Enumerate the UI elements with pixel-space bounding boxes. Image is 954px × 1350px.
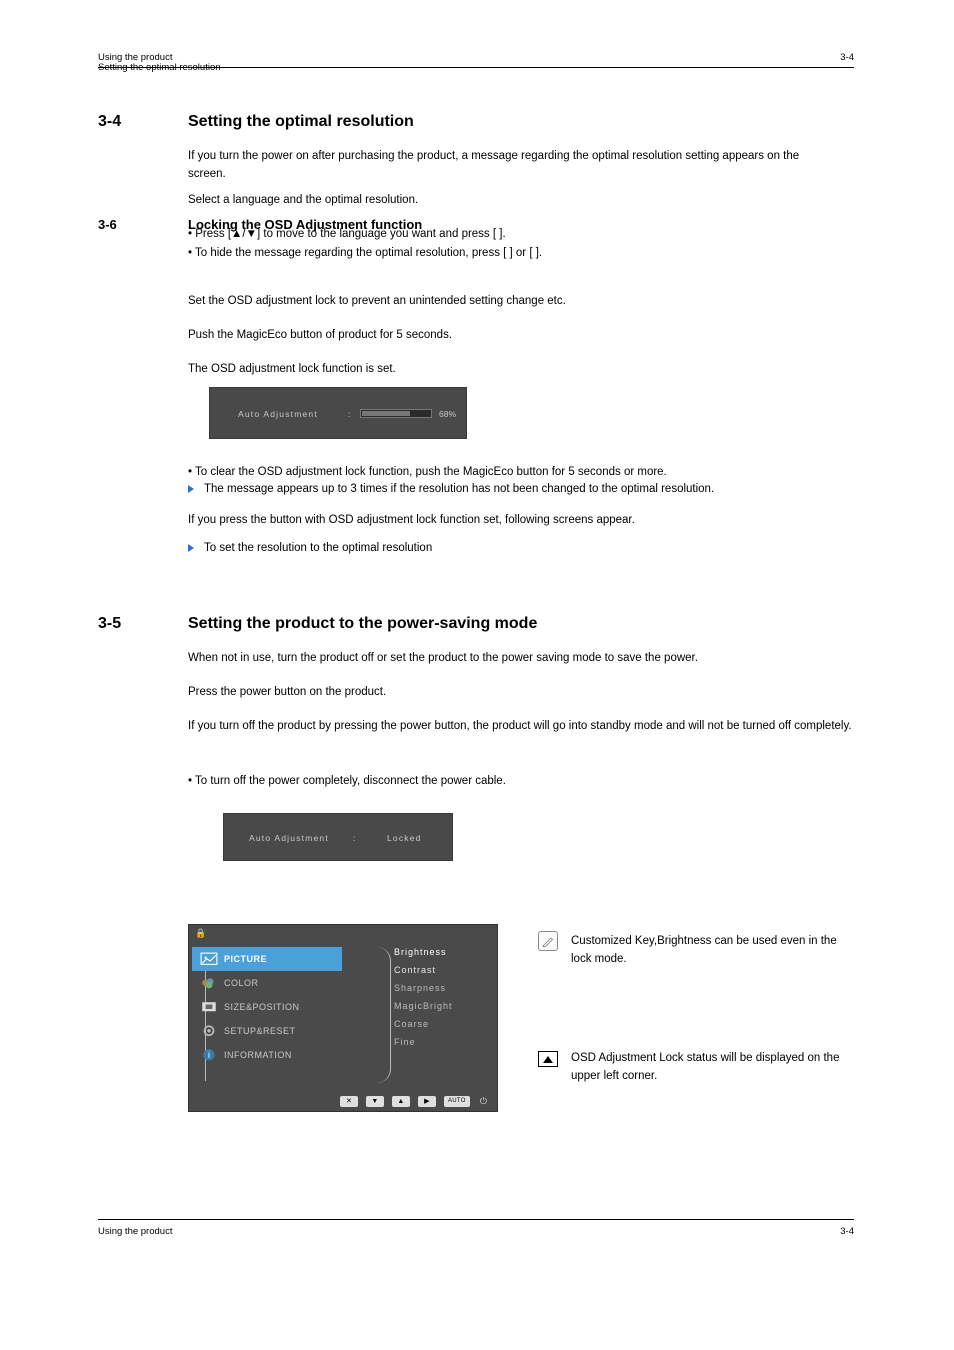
sizepos-icon (200, 1000, 218, 1014)
s3-p3: The OSD adjustment lock function is set. (188, 361, 838, 379)
s3-bullet1: • To clear the OSD adjustment lock funct… (188, 464, 838, 482)
s3-p4: If you press the button with OSD adjustm… (188, 512, 838, 530)
osd-menu-color[interactable]: COLOR (192, 971, 342, 995)
s1-bullet2-text: To hide the message regarding the optima… (195, 247, 542, 259)
page-footer-right: 3-4 (840, 1226, 854, 1237)
page-footer-left: Using the product (98, 1226, 172, 1237)
osd-main-panel: 🔒 PICTURE COLOR SIZE&POSITION SETUP&R (188, 924, 498, 1112)
s2-p4-text: To turn off the power completely, discon… (195, 775, 506, 787)
footer-rule (98, 1219, 854, 1220)
osd-setup-lbl: SETUP&RESET (224, 1026, 296, 1036)
osd-contrast: Contrast (394, 965, 453, 975)
header-rule (98, 67, 854, 68)
section-35-num: 3-5 (98, 615, 121, 633)
osd-locked-label: Auto Adjustment (249, 833, 329, 843)
s3-bullet1-text: To clear the OSD adjustment lock functio… (195, 466, 667, 478)
osd-brightness: Brightness (394, 947, 453, 957)
s3-p2: Push the MagicEco button of product for … (188, 327, 838, 345)
osd-menu-info[interactable]: i INFORMATION (192, 1043, 342, 1067)
s3-tip: OSD Adjustment Lock status will be displ… (571, 1050, 851, 1086)
triangle-icon (188, 485, 194, 493)
osd-magicbright: MagicBright (394, 1001, 453, 1011)
s1-p1: If you turn the power on after purchasin… (188, 148, 838, 184)
s2-p1: When not in use, turn the product off or… (188, 650, 838, 668)
s2-p3: If you turn off the product by pressing … (188, 718, 858, 736)
osd-down-button[interactable]: ▼ (366, 1096, 384, 1107)
osd-right-button[interactable]: ▶ (418, 1096, 436, 1107)
setup-icon (200, 1024, 218, 1038)
info-icon: i (200, 1048, 218, 1062)
osd-brace (369, 947, 391, 1083)
osd-sizepos-lbl: SIZE&POSITION (224, 1002, 300, 1012)
osd-picture-lbl: PICTURE (224, 954, 267, 964)
osd-button-row: ✕ ▼ ▲ ▶ AUTO ⏻ (189, 1093, 497, 1109)
osd-auto-adjust-bar: Auto Adjustment : 68% (209, 387, 467, 439)
tip-icon (538, 1051, 558, 1067)
osd-locked-colon: : (353, 833, 357, 843)
osd-aa-value: 68% (439, 409, 456, 419)
picture-icon (200, 952, 218, 966)
osd-up-button[interactable]: ▲ (392, 1096, 410, 1107)
s2-p2: Press the power button on the product. (188, 684, 838, 702)
osd-aa-colon: : (348, 409, 352, 419)
osd-color-lbl: COLOR (224, 978, 259, 988)
osd-right-col: Brightness Contrast Sharpness MagicBrigh… (394, 947, 453, 1055)
section-36-title: Locking the OSD Adjustment function (188, 217, 422, 232)
s1-bullet2: • To hide the message regarding the opti… (188, 245, 838, 263)
osd-sharpness: Sharpness (394, 983, 453, 993)
section-36-num: 3-6 (98, 217, 117, 232)
osd-aa-progress-fill (362, 411, 410, 416)
s3-note: Customized Key,Brightness can be used ev… (571, 933, 851, 969)
osd-coarse: Coarse (394, 1019, 453, 1029)
section-35-title: Setting the product to the power-saving … (188, 615, 537, 633)
osd-locked-status: Locked (387, 833, 422, 843)
s1-p2: Select a language and the optimal resolu… (188, 192, 838, 210)
s3-p1: Set the OSD adjustment lock to prevent a… (188, 293, 838, 311)
s1-tri1: The message appears up to 3 times if the… (204, 481, 844, 499)
osd-menu-setup[interactable]: SETUP&RESET (192, 1019, 342, 1043)
osd-aa-progress (360, 409, 432, 418)
page-header-right: 3-4 (840, 52, 854, 63)
osd-aa-pct: % (448, 409, 456, 419)
up-arrow-icon (543, 1056, 553, 1063)
osd-auto-button[interactable]: AUTO (444, 1096, 470, 1107)
osd-close-button[interactable]: ✕ (340, 1096, 358, 1107)
osd-left-col: PICTURE COLOR SIZE&POSITION SETUP&RESET … (192, 931, 342, 1089)
section-34-num: 3-4 (98, 113, 121, 131)
osd-power-icon[interactable]: ⏻ (480, 1096, 487, 1107)
color-icon (200, 976, 218, 990)
page-header-left: Using the product Setting the optimal re… (98, 52, 221, 73)
osd-aa-label: Auto Adjustment (238, 409, 318, 419)
svg-text:i: i (208, 1050, 210, 1060)
s2-p4: • To turn off the power completely, disc… (188, 773, 838, 791)
triangle-icon (188, 544, 194, 552)
section-34-title: Setting the optimal resolution (188, 113, 414, 131)
note-icon (538, 931, 558, 951)
osd-menu-picture[interactable]: PICTURE (192, 947, 342, 971)
osd-fine: Fine (394, 1037, 453, 1047)
s1-tri2: To set the resolution to the optimal res… (204, 540, 844, 558)
osd-info-lbl: INFORMATION (224, 1050, 292, 1060)
osd-menu-sizepos[interactable]: SIZE&POSITION (192, 995, 342, 1019)
osd-locked-bar: Auto Adjustment : Locked (223, 813, 453, 861)
